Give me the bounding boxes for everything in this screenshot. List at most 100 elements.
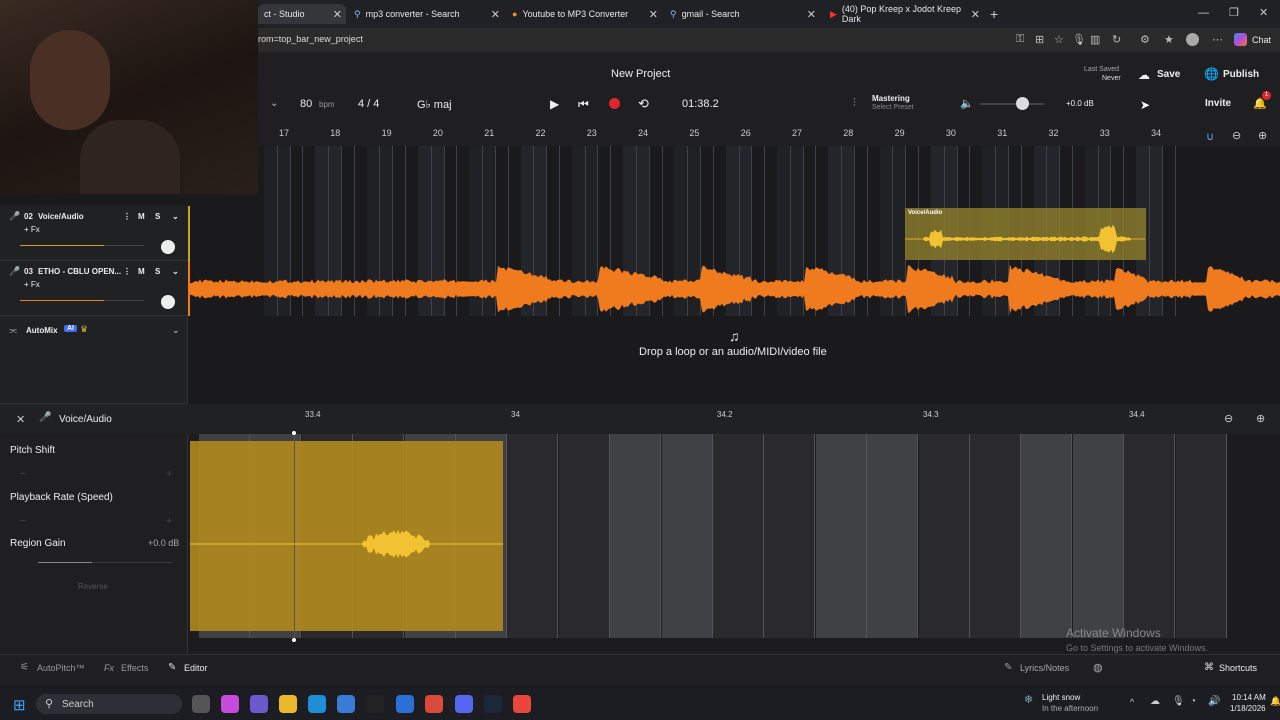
play-icon[interactable]: ▶ (550, 97, 559, 111)
more-icon[interactable]: ⋮ (123, 267, 131, 276)
tab-mp3-converter[interactable]: ⚲ mp3 converter - Search ✕ (348, 4, 504, 24)
weather-title[interactable]: Light snow (1042, 693, 1080, 702)
edge-icon[interactable] (308, 695, 326, 713)
taskbar-time[interactable]: 10:14 AM (1232, 693, 1266, 702)
editor-button[interactable]: Editor (184, 663, 208, 673)
speaker-icon[interactable]: 🔊 (1208, 696, 1220, 707)
volume-fader[interactable] (20, 245, 104, 246)
timeline-ruler[interactable] (258, 126, 1280, 146)
master-volume-slider[interactable] (980, 103, 1044, 105)
new-tab-button[interactable]: + (990, 6, 998, 22)
close-icon[interactable]: ✕ (16, 413, 25, 426)
region-gain-value[interactable]: +0.0 dB (148, 538, 179, 548)
close-icon[interactable]: ✕ (491, 8, 500, 21)
zoom-out-icon[interactable]: ⊖ (1224, 412, 1233, 425)
malwarebytes-icon[interactable] (396, 695, 414, 713)
mic-icon[interactable]: 🎙 (1072, 33, 1086, 46)
project-title[interactable]: New Project (611, 68, 670, 80)
shortcuts-button[interactable]: Shortcuts (1219, 663, 1257, 673)
rewind-icon[interactable]: ⏮ (578, 97, 589, 112)
autopitch-button[interactable]: AutoPitch™ (37, 663, 85, 673)
drop-zone-text[interactable]: Drop a loop or an audio/MIDI/video file (639, 346, 827, 358)
solo-button[interactable]: S (155, 267, 160, 276)
lyrics-notes-button[interactable]: Lyrics/Notes (1020, 663, 1069, 673)
chevron-down-icon[interactable]: ⌄ (172, 267, 179, 276)
magnet-icon[interactable]: ∪ (1206, 130, 1214, 143)
store-icon[interactable] (337, 695, 355, 713)
invite-button[interactable]: Invite (1205, 98, 1231, 109)
more-icon[interactable]: ⋮ (123, 212, 131, 221)
minus-icon[interactable]: − (20, 468, 26, 480)
zoom-out-icon[interactable]: ⊖ (1232, 129, 1241, 142)
track-name[interactable]: ETHO - CBLU OPEN... (38, 267, 121, 276)
chevron-up-icon[interactable]: ^ (1130, 697, 1134, 707)
tab-youtube-converter[interactable]: ● Youtube to MP3 Converter ✕ (506, 4, 662, 24)
key-icon[interactable]: ⚿ (1016, 33, 1024, 46)
close-icon[interactable]: ✕ (333, 8, 342, 21)
favorite-icon[interactable]: ☆ (1054, 33, 1064, 46)
close-window-button[interactable]: ✕ (1259, 6, 1268, 19)
reading-icon[interactable]: ▥ (1090, 33, 1100, 46)
chevron-down-icon[interactable]: ⌄ (270, 98, 278, 109)
tab-studio[interactable]: ct - Studio ✕ (258, 4, 346, 24)
mastering-preset[interactable]: Select Preset (872, 104, 914, 111)
notifications-icon[interactable]: 🔔 (1270, 696, 1280, 707)
volume-icon[interactable]: 🔈 (960, 97, 974, 110)
etho-waveform[interactable] (190, 263, 1280, 315)
minimize-button[interactable]: — (1198, 7, 1209, 19)
cloud-icon[interactable]: ☁ (1150, 696, 1160, 707)
extensions-icon[interactable]: ⚙ (1140, 33, 1150, 46)
bpm-value[interactable]: 80 (300, 98, 312, 110)
refresh-icon[interactable]: ↻ (1112, 33, 1121, 46)
mute-button[interactable]: M (138, 267, 145, 276)
windows-start-icon[interactable]: ⊞ (13, 696, 26, 714)
record-button[interactable] (609, 98, 620, 109)
region-gain-slider[interactable] (38, 562, 92, 563)
fx-button[interactable]: + Fx (24, 225, 40, 234)
publish-button[interactable]: Publish (1223, 69, 1259, 80)
zoom-in-icon[interactable]: ⊕ (1258, 129, 1267, 142)
pan-knob[interactable] (161, 295, 175, 309)
favorites-icon[interactable]: ★ (1164, 33, 1174, 46)
close-icon[interactable]: ✕ (649, 8, 658, 21)
key-selector[interactable]: G♭ maj (417, 98, 452, 111)
restore-button[interactable]: ❐ (1229, 6, 1239, 19)
url-input[interactable]: rom=top_bar_new_project (258, 34, 363, 44)
solo-button[interactable]: S (155, 212, 160, 221)
plus-icon[interactable]: + (166, 468, 172, 480)
close-icon[interactable]: ✕ (807, 8, 816, 21)
chevron-down-icon[interactable]: ⌄ (172, 212, 179, 221)
region-marker-handle[interactable] (292, 431, 296, 435)
taskbar-date[interactable]: 1/18/2026 (1230, 704, 1266, 713)
region-marker-handle[interactable] (292, 638, 296, 642)
more-icon[interactable]: ⋯ (1212, 33, 1223, 46)
tuner-icon[interactable]: ◍ (1093, 661, 1103, 674)
time-signature[interactable]: 4 / 4 (358, 98, 379, 110)
steam-icon[interactable] (484, 695, 502, 713)
mute-button[interactable]: M (138, 212, 145, 221)
tab-youtube-video[interactable]: ▶ (40) Pop Kreep x Jodot Kreep Dark ✕ (824, 4, 984, 24)
file-explorer-icon[interactable] (279, 695, 297, 713)
discord-icon[interactable] (455, 695, 473, 713)
save-button[interactable]: Save (1157, 69, 1180, 80)
task-view-icon[interactable] (192, 695, 210, 713)
copilot-icon[interactable] (221, 695, 239, 713)
profile-avatar[interactable] (1186, 33, 1199, 46)
chrome-icon[interactable] (513, 695, 531, 713)
opera-icon[interactable] (425, 695, 443, 713)
apps-icon[interactable]: ⊞ (1035, 33, 1044, 46)
reverse-button[interactable]: Reverse (78, 582, 108, 591)
automix-label[interactable]: AutoMix (26, 326, 58, 335)
taskbar-search-box[interactable] (36, 694, 182, 714)
chat-label[interactable]: Chat (1252, 35, 1271, 45)
mastering-label[interactable]: Mastering (872, 94, 910, 103)
tab-gmail-search[interactable]: ⚲ gmail - Search ✕ (664, 4, 820, 24)
track-name[interactable]: Voice/Audio (38, 212, 84, 221)
fx-button[interactable]: + Fx (24, 280, 40, 289)
master-volume-thumb[interactable] (1016, 97, 1029, 110)
minus-icon[interactable]: − (20, 515, 26, 527)
plus-icon[interactable]: + (166, 515, 172, 527)
close-icon[interactable]: ✕ (971, 8, 980, 21)
effects-button[interactable]: Effects (121, 663, 148, 673)
loop-icon[interactable]: ⟲ (638, 96, 649, 112)
